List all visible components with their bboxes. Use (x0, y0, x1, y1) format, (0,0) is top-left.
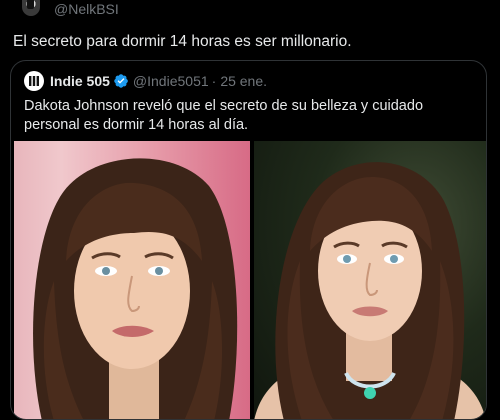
quote-author-name[interactable]: Indie 505 (50, 73, 110, 89)
portrait-illustration-left (33, 158, 238, 419)
indie-505-logo-icon (29, 76, 39, 86)
tweet-text: El secreto para dormir 14 horas es ser m… (13, 33, 352, 50)
separator-dot: · (211, 73, 217, 89)
quote-date[interactable]: 25 ene. (220, 73, 267, 89)
quoted-tweet-text: Dakota Johnson reveló que el secreto de … (24, 98, 424, 133)
avatar[interactable] (22, 0, 40, 16)
quote-avatar[interactable] (24, 71, 44, 91)
media-grid (14, 141, 486, 419)
verified-badge-icon (114, 74, 128, 88)
author-handle[interactable]: @NelkBSI (54, 1, 119, 17)
portrait-illustration-right (254, 162, 486, 419)
quoted-tweet-card[interactable]: Indie 505 @Indie5051 · 25 ene. Dakota Jo… (10, 60, 487, 420)
quoted-tweet-header: Indie 505 @Indie5051 · 25 ene. (24, 71, 267, 91)
photo-left[interactable] (14, 141, 250, 419)
quote-author-handle[interactable]: @Indie5051 (133, 73, 209, 89)
tweet-author-row: @NelkBSI (0, 0, 500, 22)
photo-right[interactable] (254, 141, 486, 419)
